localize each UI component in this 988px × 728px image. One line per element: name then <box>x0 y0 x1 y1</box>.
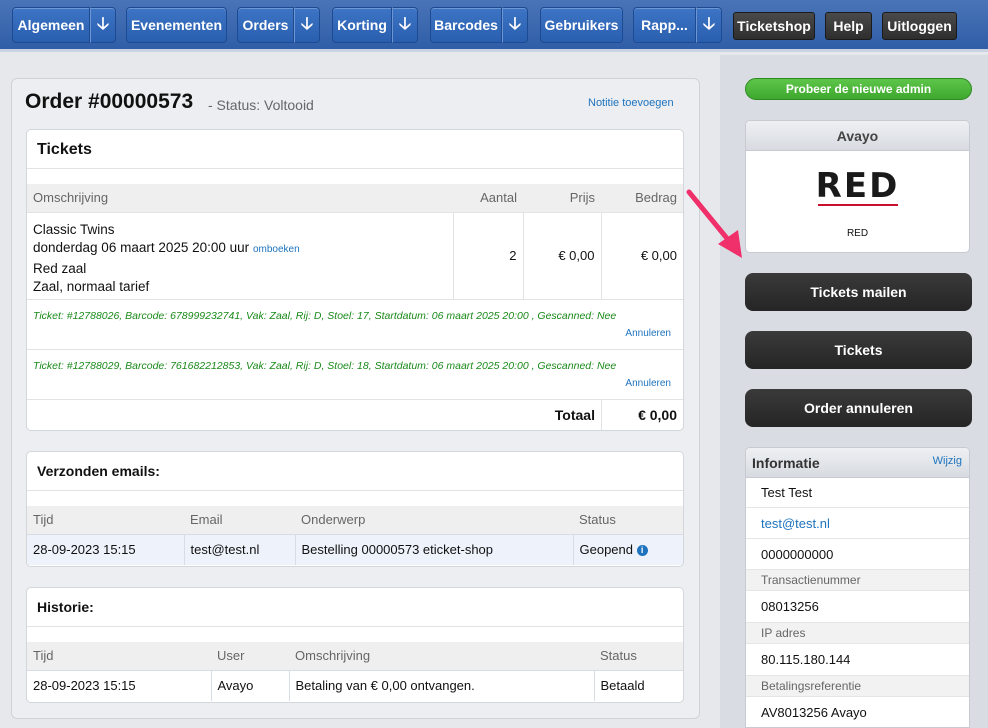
total-row: Totaal € 0,00 <box>27 399 683 430</box>
payment-reference-value: AV8013256 Avayo <box>761 705 867 720</box>
nav-rapportages-dropdown-icon[interactable]: 🡣 <box>696 7 722 43</box>
ticket-amount: € 0,00 <box>600 212 683 299</box>
page-title: Order #00000573 <box>25 90 194 113</box>
payment-reference-label: Betalingsreferentie <box>746 676 969 697</box>
total-value: € 0,00 <box>601 399 683 430</box>
email-time: 28-09-2023 15:15 <box>33 542 136 558</box>
emails-table: Tijd Email Onderwerp Status 28-09-2023 1… <box>27 506 683 565</box>
col-prijs: Prijs <box>523 184 601 212</box>
email-subject: Bestelling 00000573 eticket-shop <box>294 534 573 565</box>
ticket-quantity: 2 <box>452 212 523 299</box>
ticket-line-text: Ticket: #12788029, Barcode: 761682212853… <box>33 359 617 372</box>
table-row: 28-09-2023 15:15 Avayo Betaling van € 0,… <box>27 670 683 701</box>
ticket-price: € 0,00 <box>522 212 601 299</box>
history-status: Betaald <box>593 670 683 701</box>
mail-tickets-button[interactable]: Tickets mailen <box>745 273 972 311</box>
ticket-line: Ticket: #12788026, Barcode: 678999232741… <box>27 300 683 350</box>
col-omschrijving: Omschrijving <box>289 642 594 670</box>
cancel-ticket-link[interactable]: Annuleren <box>625 328 671 339</box>
edit-info-link[interactable]: Wijzig <box>933 455 962 467</box>
total-label: Totaal <box>554 406 595 423</box>
tickets-table: Omschrijving Aantal Prijs Bedrag Classic… <box>27 184 683 300</box>
information-heading: Informatie <box>752 455 820 471</box>
col-email: Email <box>184 506 295 534</box>
event-hall: Red zaal <box>33 260 87 276</box>
logout-button[interactable]: Uitloggen <box>882 12 957 40</box>
rebook-link[interactable]: omboeken <box>253 244 300 255</box>
col-tijd: Tijd <box>27 642 211 670</box>
order-status: - Status: Voltooid <box>208 97 314 113</box>
nav-barcodes[interactable]: Barcodes <box>430 7 502 43</box>
event-tariff: Zaal, normaal tarief <box>33 279 150 294</box>
nav-evenementen[interactable]: Evenementen <box>126 7 227 43</box>
email-address: test@test.nl <box>183 534 295 565</box>
col-status: Status <box>573 506 683 534</box>
nav-algemeen-dropdown-icon[interactable]: 🡣 <box>90 7 116 43</box>
history-time: 28-09-2023 15:15 <box>33 678 136 694</box>
help-button[interactable]: Help <box>825 12 872 40</box>
transaction-value: 08013256 <box>746 591 969 623</box>
ip-value: 80.115.180.144 <box>746 644 969 676</box>
history-table: Tijd User Omschrijving Status 28-09-2023… <box>27 642 683 701</box>
try-new-admin-button[interactable]: Probeer de nieuwe admin <box>745 78 972 100</box>
col-omschrijving: Omschrijving <box>27 184 453 212</box>
col-user: User <box>211 642 289 670</box>
tickets-button[interactable]: Tickets <box>745 331 972 369</box>
nav-algemeen[interactable]: Algemeen <box>12 7 90 43</box>
table-row[interactable]: 28-09-2023 15:15 test@test.nl Bestelling… <box>27 534 683 565</box>
info-icon[interactable]: i <box>636 545 648 557</box>
customer-name: Test Test <box>746 478 969 508</box>
organization-logo: RED <box>746 151 969 206</box>
customer-email-link[interactable]: test@test.nl <box>761 516 830 531</box>
history-description: Betaling van € 0,00 ontvangen. <box>288 670 594 701</box>
logo-wordmark: RED <box>815 166 900 206</box>
organization-box: Avayo RED RED <box>745 120 970 253</box>
nav-orders[interactable]: Orders <box>237 7 294 43</box>
ticketshop-button[interactable]: Ticketshop <box>733 12 815 40</box>
col-aantal: Aantal <box>453 184 523 212</box>
customer-phone: 0000000000 <box>746 539 969 570</box>
table-row: Classic Twins donderdag 06 maart 2025 20… <box>27 212 683 299</box>
annotation-arrow-icon <box>686 189 742 258</box>
col-bedrag: Bedrag <box>601 184 683 212</box>
col-tijd: Tijd <box>27 506 184 534</box>
event-name: Classic Twins <box>33 221 115 237</box>
nav-barcodes-dropdown-icon[interactable]: 🡣 <box>502 7 528 43</box>
nav-gebruikers[interactable]: Gebruikers <box>540 7 623 43</box>
nav-korting-dropdown-icon[interactable]: 🡣 <box>392 7 418 43</box>
ticket-line: Ticket: #12788029, Barcode: 761682212853… <box>27 350 683 400</box>
emails-card: Verzonden emails: Tijd Email Onderwerp S… <box>26 451 684 567</box>
add-note-link[interactable]: Notitie toevoegen <box>588 97 674 109</box>
col-status: Status <box>594 642 683 670</box>
event-date: donderdag 06 maart 2025 20:00 uur <box>33 240 250 255</box>
history-user: Avayo <box>210 670 289 701</box>
nav-rapportages[interactable]: Rapp... <box>633 7 696 43</box>
tickets-card: Tickets Omschrijving Aantal Prijs Bedrag… <box>26 129 684 431</box>
cancel-order-button[interactable]: Order annuleren <box>745 389 972 427</box>
information-box: Informatie Wijzig Test Test test@test.nl… <box>745 447 970 728</box>
nav-orders-dropdown-icon[interactable]: 🡣 <box>294 7 320 43</box>
col-onderwerp: Onderwerp <box>295 506 573 534</box>
nav-korting[interactable]: Korting <box>332 7 392 43</box>
top-navigation-bar: Algemeen 🡣 Evenementen Orders 🡣 Korting … <box>0 0 988 52</box>
organization-name: Avayo <box>746 121 969 151</box>
history-heading: Historie: <box>27 588 683 627</box>
logo-caption: RED <box>846 228 869 239</box>
emails-heading: Verzonden emails: <box>27 452 683 491</box>
history-card: Historie: Tijd User Omschrijving Status … <box>26 587 684 703</box>
ticket-line-text: Ticket: #12788026, Barcode: 678999232741… <box>33 309 617 322</box>
transaction-label: Transactienummer <box>746 570 969 591</box>
email-status: Geopend <box>579 542 634 558</box>
ip-label: IP adres <box>746 623 969 644</box>
tickets-heading: Tickets <box>27 130 683 169</box>
cancel-ticket-link[interactable]: Annuleren <box>625 378 671 389</box>
